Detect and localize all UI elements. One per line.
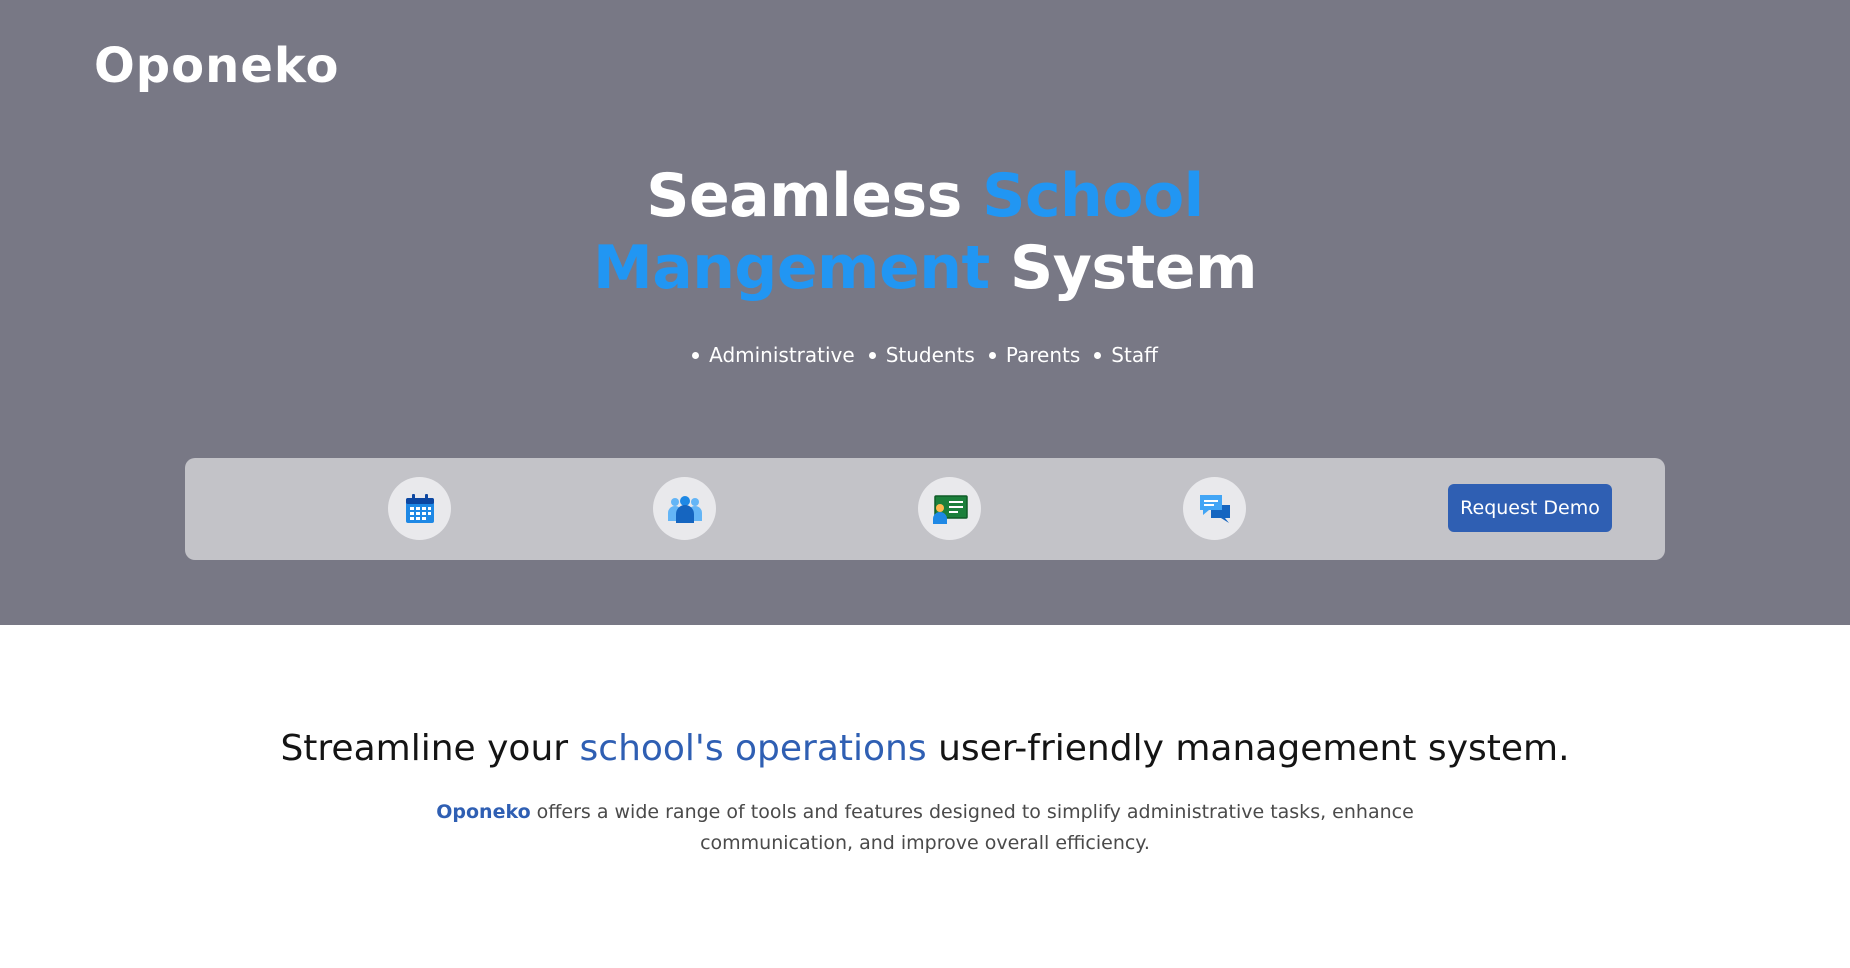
bullet-icon <box>868 351 876 359</box>
teacher-board-icon <box>932 494 968 524</box>
audience-item-staff: Staff <box>1094 343 1158 367</box>
intro-title-part-2: user-friendly management system. <box>926 728 1570 769</box>
audience-label: Staff <box>1111 343 1158 367</box>
intro-brand-name: Oponeko <box>436 801 531 823</box>
audience-item-parents: Parents <box>988 343 1081 367</box>
hero-section: Oponeko Seamless School Mangement System… <box>0 0 1850 625</box>
bullet-icon <box>692 351 700 359</box>
calendar-icon <box>405 493 434 523</box>
logo[interactable]: Oponeko <box>94 38 339 94</box>
intro-description: Oponeko offers a wide range of tools and… <box>425 797 1425 859</box>
audience-label: Administrative <box>709 343 855 367</box>
audience-item-students: Students <box>868 343 975 367</box>
intro-title: Streamline your school's operations user… <box>0 725 1850 773</box>
chat-bubbles-icon <box>1199 494 1230 523</box>
headline-accent-1: School <box>982 161 1204 231</box>
users-feature-button[interactable] <box>653 477 716 540</box>
intro-description-text: offers a wide range of tools and feature… <box>530 801 1414 854</box>
headline-part-1: Seamless <box>646 161 983 231</box>
headline-part-2: System <box>989 233 1257 303</box>
intro-title-part-1: Streamline your <box>280 728 580 769</box>
teachers-feature-button[interactable] <box>918 477 981 540</box>
hero-headline: Seamless School Mangement System <box>0 160 1850 304</box>
audience-item-administrative: Administrative <box>692 343 855 367</box>
headline-accent-2: Mangement <box>593 233 990 303</box>
audience-label: Parents <box>1005 343 1081 367</box>
intro-title-accent: school's operations <box>579 728 927 769</box>
bullet-icon <box>1094 351 1102 359</box>
request-demo-button[interactable]: Request Demo <box>1448 484 1612 532</box>
feature-bar: Request Demo <box>185 458 1665 560</box>
audience-list: Administrative Students Parents Staff <box>0 343 1850 367</box>
audience-label: Students <box>885 343 975 367</box>
users-group-icon <box>667 495 702 523</box>
messages-feature-button[interactable] <box>1183 477 1246 540</box>
bullet-icon <box>988 351 996 359</box>
calendar-feature-button[interactable] <box>388 477 451 540</box>
logo-text: Oponeko <box>94 38 340 94</box>
